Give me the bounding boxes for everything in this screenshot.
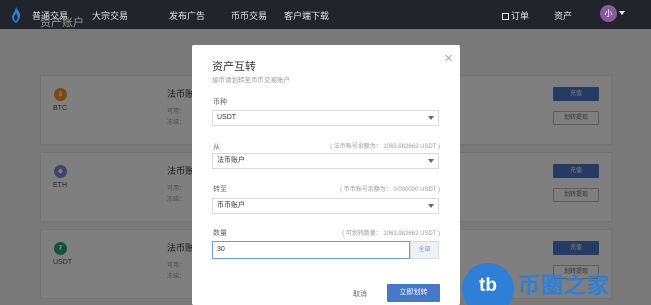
to-label: 转至: [213, 186, 227, 193]
from-account-select[interactable]: 法币账户: [212, 153, 439, 169]
watermark-brand: 币圈之家: [518, 273, 611, 298]
from-account-value: 法币账户: [217, 157, 245, 164]
nav-item-download-client[interactable]: 客户端下载: [284, 9, 329, 22]
avatar[interactable]: 小: [600, 5, 617, 22]
chevron-down-icon: [428, 159, 434, 163]
nav-item-block-trade[interactable]: 大宗交易: [92, 9, 128, 22]
from-label: 从: [213, 144, 220, 151]
nav-item-coin-trade[interactable]: 币币交易: [231, 9, 267, 22]
all-amount-button[interactable]: 全部: [410, 241, 439, 259]
chevron-down-icon: [428, 116, 434, 120]
confirm-transfer-button[interactable]: 立即划转: [387, 284, 440, 302]
orders-icon: [502, 13, 509, 20]
transfer-modal: 资产互转 接币请划转至币币交易账户 ✕ 币种 USDT 从 ( 法币账号余额为：…: [192, 45, 460, 305]
assets-link[interactable]: 资产: [554, 9, 572, 22]
amount-hint: ( 可划转数量： 1063.982662 USDT ): [342, 231, 440, 237]
modal-subtitle: 接币请划转至币币交易账户: [212, 77, 290, 84]
to-balance-hint: ( 币币账号余额为： 0.000000 USDT ): [340, 187, 440, 193]
amount-input[interactable]: 30: [212, 241, 410, 259]
orders-label: 订单: [511, 11, 530, 21]
page-title: 资产账户: [40, 17, 84, 29]
modal-title: 资产互转: [212, 61, 256, 73]
currency-value: USDT: [217, 114, 237, 121]
nav-item-post-ad[interactable]: 发布广告: [169, 9, 205, 22]
chevron-down-icon[interactable]: [619, 11, 625, 15]
huobi-logo-icon[interactable]: [10, 7, 22, 23]
close-icon[interactable]: ✕: [444, 52, 453, 65]
to-account-value: 币币账户: [217, 202, 245, 209]
chevron-down-icon: [428, 204, 434, 208]
top-nav: 普通交易 大宗交易 发布广告 币币交易 客户端下载 订单 资产 小: [0, 0, 651, 29]
from-balance-hint: ( 法币账号余额为： 1063.982662 USDT ): [330, 144, 440, 150]
currency-select[interactable]: USDT: [212, 110, 439, 126]
amount-label: 数量: [213, 230, 227, 237]
to-account-select[interactable]: 币币账户: [212, 198, 439, 214]
cancel-button[interactable]: 取消: [353, 289, 367, 299]
currency-label: 币种: [213, 99, 227, 106]
orders-link[interactable]: 订单: [502, 9, 529, 22]
